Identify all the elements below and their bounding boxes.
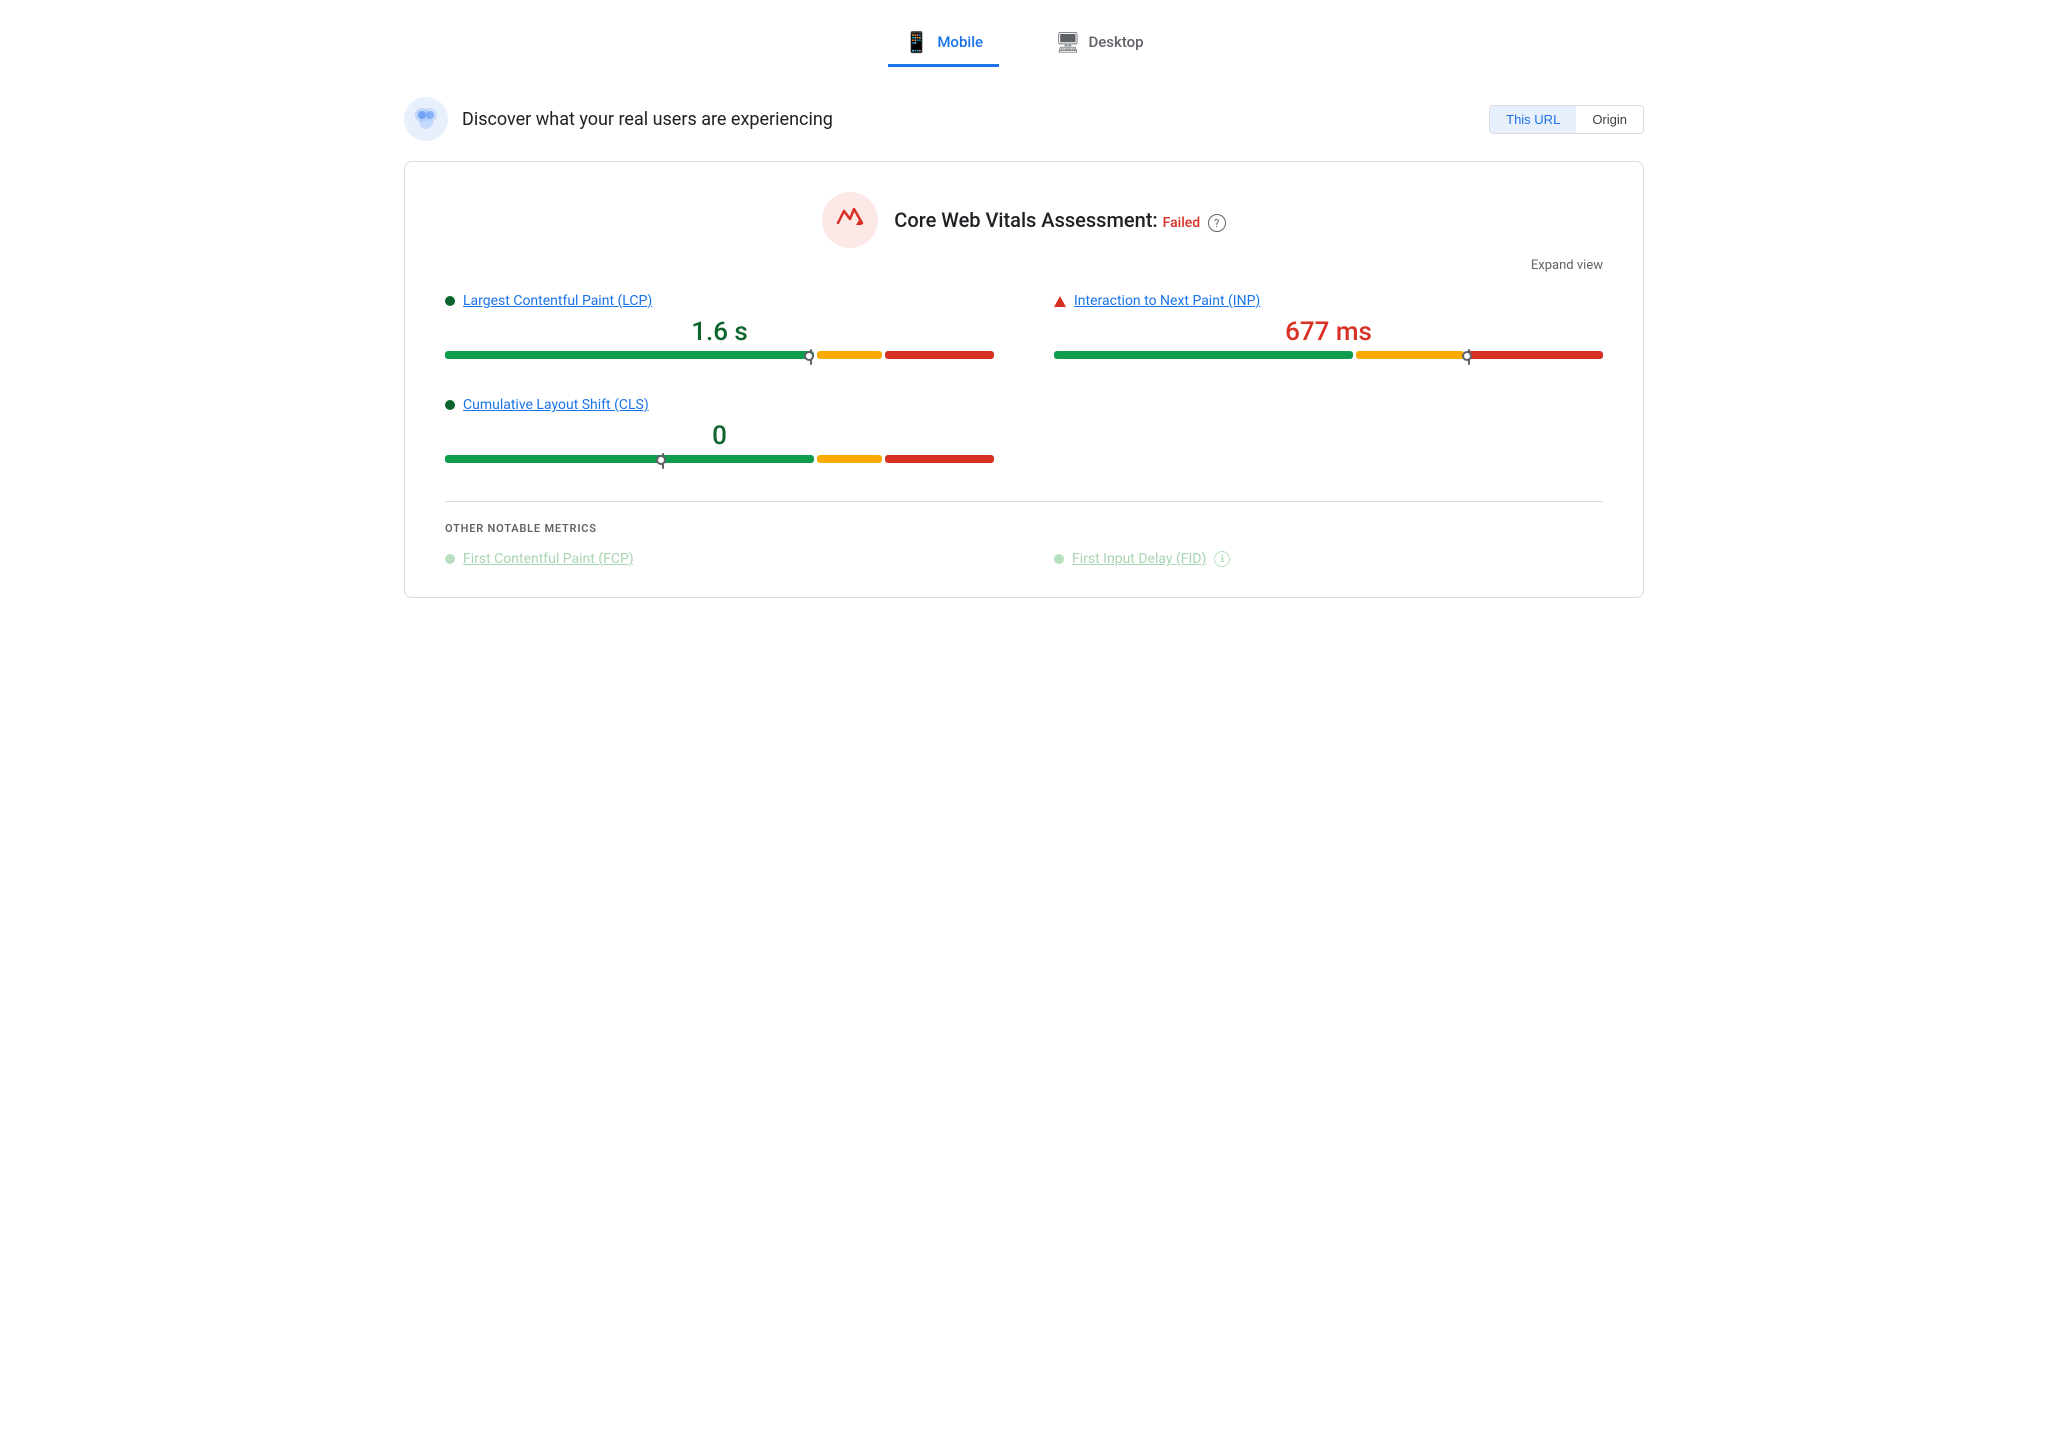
cls-value: 0 <box>445 421 994 451</box>
metrics-divider <box>445 501 1603 502</box>
mobile-icon: 📱 <box>904 30 929 54</box>
inp-triangle <box>1054 296 1066 307</box>
other-metrics-section: OTHER NOTABLE METRICS First Contentful P… <box>445 522 1603 567</box>
inp-marker <box>1466 349 1472 361</box>
assessment-status: Failed <box>1163 215 1201 231</box>
main-card: Core Web Vitals Assessment: Failed ? Exp… <box>404 161 1644 598</box>
fid-name-link[interactable]: First Input Delay (FID) <box>1072 551 1206 567</box>
inp-label-row: Interaction to Next Paint (INP) <box>1054 293 1603 309</box>
tab-desktop-label: Desktop <box>1088 33 1143 51</box>
crux-icon <box>404 97 448 141</box>
inp-bar-green <box>1054 351 1353 359</box>
lcp-name-link[interactable]: Largest Contentful Paint (LCP) <box>463 293 652 309</box>
lcp-bar-red <box>885 351 994 359</box>
fcp-name-link[interactable]: First Contentful Paint (FCP) <box>463 551 634 567</box>
inp-bar-container <box>1054 351 1603 367</box>
assessment-header: Core Web Vitals Assessment: Failed ? <box>445 192 1603 248</box>
other-metric-fcp: First Contentful Paint (FCP) <box>445 551 994 567</box>
desktop-icon: 🖥 <box>1055 30 1080 54</box>
expand-view-button[interactable]: Expand view <box>445 258 1603 273</box>
lcp-label-row: Largest Contentful Paint (LCP) <box>445 293 994 309</box>
cls-bar-container <box>445 455 994 471</box>
lcp-bar-orange <box>817 351 882 359</box>
inp-name-link[interactable]: Interaction to Next Paint (INP) <box>1074 293 1260 309</box>
help-icon[interactable]: ? <box>1208 214 1226 232</box>
url-toggle: This URL Origin <box>1489 105 1644 134</box>
assessment-icon-circle <box>822 192 878 248</box>
cls-bar-red <box>885 455 994 463</box>
metrics-grid: Largest Contentful Paint (LCP) 1.6 s <box>445 293 1603 471</box>
metric-cls: Cumulative Layout Shift (CLS) 0 <box>445 397 994 471</box>
fcp-dot <box>445 554 455 564</box>
inp-bar-red <box>1467 351 1603 359</box>
cls-bar-green <box>445 455 814 463</box>
other-metric-fid: First Input Delay (FID) ℹ <box>1054 551 1603 567</box>
origin-button[interactable]: Origin <box>1576 106 1643 133</box>
tab-mobile-label: Mobile <box>937 33 983 51</box>
tab-desktop[interactable]: 🖥 Desktop <box>1039 20 1160 67</box>
metric-inp: Interaction to Next Paint (INP) 677 ms <box>1054 293 1603 367</box>
cls-name-link[interactable]: Cumulative Layout Shift (CLS) <box>463 397 649 413</box>
metric-lcp: Largest Contentful Paint (LCP) 1.6 s <box>445 293 994 367</box>
lcp-value: 1.6 s <box>445 317 994 347</box>
other-metrics-label: OTHER NOTABLE METRICS <box>445 522 1603 535</box>
cls-marker <box>660 453 666 465</box>
fid-info-icon[interactable]: ℹ <box>1214 551 1230 567</box>
inp-bar-orange <box>1356 351 1465 359</box>
lcp-dot <box>445 296 455 306</box>
lcp-marker <box>808 349 814 361</box>
lcp-bar-green <box>445 351 814 359</box>
inp-value: 677 ms <box>1054 317 1603 347</box>
lcp-bar-container <box>445 351 994 367</box>
tab-mobile[interactable]: 📱 Mobile <box>888 20 999 67</box>
failed-icon <box>836 207 864 233</box>
this-url-button[interactable]: This URL <box>1490 106 1576 133</box>
fid-dot <box>1054 554 1064 564</box>
assessment-title: Core Web Vitals Assessment: Failed ? <box>894 208 1225 233</box>
section-header-left: Discover what your real users are experi… <box>404 97 833 141</box>
cls-dot <box>445 400 455 410</box>
section-title: Discover what your real users are experi… <box>462 109 833 130</box>
cls-bar-orange <box>817 455 882 463</box>
tab-bar: 📱 Mobile 🖥 Desktop <box>404 20 1644 67</box>
cls-label-row: Cumulative Layout Shift (CLS) <box>445 397 994 413</box>
section-header: Discover what your real users are experi… <box>404 97 1644 141</box>
other-metrics-grid: First Contentful Paint (FCP) First Input… <box>445 551 1603 567</box>
